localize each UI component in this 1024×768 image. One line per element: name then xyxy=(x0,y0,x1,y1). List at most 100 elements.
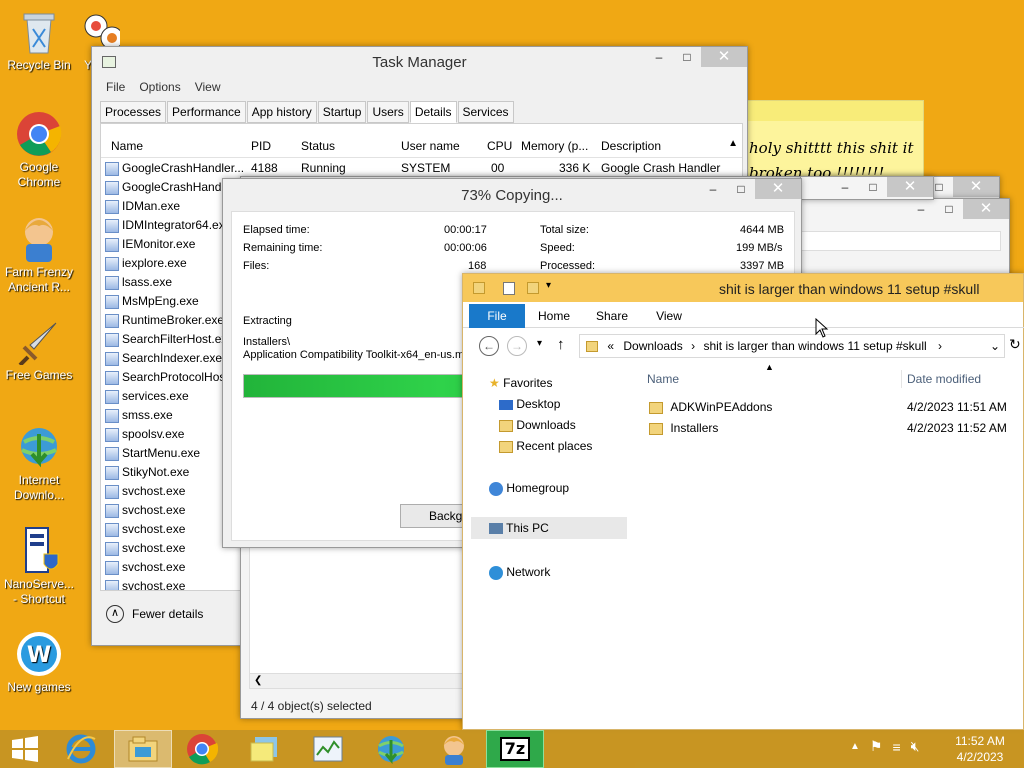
table-row[interactable]: svchost.exe xyxy=(105,482,185,501)
scroll-up-icon[interactable]: ▲ xyxy=(728,138,738,149)
breadcrumb-downloads[interactable]: Downloads xyxy=(623,339,682,353)
tab-users[interactable]: Users xyxy=(367,101,409,123)
nav-downloads[interactable]: Downloads xyxy=(499,418,576,432)
recent-locations-icon[interactable]: ▾ xyxy=(537,338,542,349)
table-row[interactable]: smss.exe xyxy=(105,406,173,425)
table-row[interactable]: SearchFilterHost.ex xyxy=(105,330,227,349)
up-icon[interactable]: ↑ xyxy=(557,336,565,353)
fewer-details-button[interactable]: ∧ Fewer details xyxy=(106,605,203,623)
nav-this-pc[interactable]: This PC xyxy=(471,517,627,539)
table-row[interactable]: svchost.exe xyxy=(105,520,185,539)
address-bar[interactable]: « Downloads › shit is larger than window… xyxy=(579,334,1005,358)
table-row[interactable]: svchost.exe xyxy=(105,577,185,590)
table-row[interactable]: services.exe xyxy=(105,387,189,406)
maximize-button[interactable]: □ xyxy=(673,47,701,67)
desktop-icon-recycle-bin[interactable]: Recycle Bin xyxy=(1,8,77,73)
menu-options[interactable]: Options xyxy=(139,80,180,94)
breadcrumb-current[interactable]: shit is larger than windows 11 setup #sk… xyxy=(703,339,926,353)
nav-homegroup[interactable]: Homegroup xyxy=(489,481,569,496)
column-cpu[interactable]: CPU xyxy=(487,139,512,153)
taskbar-7zip[interactable]: 7z xyxy=(486,730,544,768)
maximize-button[interactable]: □ xyxy=(859,177,887,197)
column-description[interactable]: Description xyxy=(601,139,661,153)
scroll-left-icon[interactable]: ❮ xyxy=(254,675,262,686)
ribbon-tab-view[interactable]: View xyxy=(641,304,697,327)
menu-file[interactable]: File xyxy=(106,80,125,94)
taskbar-internet-explorer[interactable] xyxy=(52,730,110,768)
minimize-button[interactable]: – xyxy=(831,177,859,197)
nav-recent-places[interactable]: Recent places xyxy=(499,439,592,453)
properties-icon[interactable] xyxy=(503,282,515,295)
nav-desktop[interactable]: Desktop xyxy=(499,397,560,411)
nav-favorites[interactable]: ★ Favorites xyxy=(489,376,552,390)
table-row[interactable]: spoolsv.exe xyxy=(105,425,184,444)
desktop-icon-farm-frenzy[interactable]: Farm Frenzy Ancient R... xyxy=(1,215,77,295)
maximize-button[interactable]: □ xyxy=(727,179,755,199)
quick-access-dropdown-icon[interactable]: ▾ xyxy=(546,280,551,291)
back-icon[interactable]: ← xyxy=(479,336,499,356)
tab-details[interactable]: Details xyxy=(409,101,457,123)
tab-processes[interactable]: Processes xyxy=(100,101,167,123)
refresh-icon[interactable]: ↻ xyxy=(1009,336,1021,353)
column-date-modified[interactable]: Date modified xyxy=(907,372,981,386)
close-button[interactable]: ✕ xyxy=(755,179,801,199)
table-row[interactable]: IDMan.exe xyxy=(105,197,180,216)
volume-muted-icon[interactable]: 🔇︎ xyxy=(911,738,920,755)
breadcrumb-overflow[interactable]: « xyxy=(607,339,614,353)
tab-performance[interactable]: Performance xyxy=(167,101,246,123)
column-status[interactable]: Status xyxy=(301,139,335,153)
close-button[interactable]: ✕ xyxy=(963,199,1009,219)
close-button[interactable]: ✕ xyxy=(953,177,999,197)
desktop-icon-chrome[interactable]: Google Chrome xyxy=(1,110,77,190)
table-row[interactable]: lsass.exe xyxy=(105,273,172,292)
column-name[interactable]: Name xyxy=(647,372,679,386)
list-item[interactable]: Installers 4/2/2023 11:52 AM xyxy=(649,421,1019,441)
network-tray-icon[interactable]: ≡ xyxy=(892,739,900,755)
taskbar-sticky-notes[interactable] xyxy=(236,730,294,768)
taskbar-task-manager[interactable] xyxy=(299,730,357,768)
table-row[interactable]: SearchIndexer.exe xyxy=(105,349,222,368)
tab-app-history[interactable]: App history xyxy=(246,101,317,123)
column-user[interactable]: User name xyxy=(401,139,460,153)
desktop-icon-idm[interactable]: Internet Downlo... xyxy=(1,423,77,503)
taskbar-idm[interactable] xyxy=(362,730,420,768)
list-item[interactable]: ADKWinPEAddons 4/2/2023 11:51 AM xyxy=(649,400,1019,420)
ribbon-tab-share[interactable]: Share xyxy=(583,304,641,327)
taskbar-farm-frenzy[interactable] xyxy=(425,730,483,768)
column-pid[interactable]: PID xyxy=(251,139,271,153)
menu-view[interactable]: View xyxy=(195,80,221,94)
minimize-button[interactable]: – xyxy=(645,47,673,67)
tab-startup[interactable]: Startup xyxy=(317,101,367,123)
forward-icon[interactable]: → xyxy=(507,336,527,356)
horizontal-scrollbar[interactable]: ❮ xyxy=(249,673,464,689)
new-folder-icon[interactable] xyxy=(527,282,539,294)
background-window-3[interactable]: – □ ✕ xyxy=(800,176,934,200)
desktop-icon-free-games[interactable]: Free Games xyxy=(1,318,77,383)
table-row[interactable]: IDMIntegrator64.ex xyxy=(105,216,225,235)
table-row[interactable]: svchost.exe xyxy=(105,539,185,558)
ribbon-tab-home[interactable]: Home xyxy=(525,304,583,327)
close-button[interactable]: ✕ xyxy=(701,47,747,67)
table-row[interactable]: SearchProtocolHos xyxy=(105,368,225,387)
table-row[interactable]: StikyNot.exe xyxy=(105,463,189,482)
table-row[interactable]: GoogleCrashHandl xyxy=(105,178,224,197)
table-row[interactable]: StartMenu.exe xyxy=(105,444,200,463)
column-memory[interactable]: Memory (p... xyxy=(521,139,588,153)
desktop-icon-new-games[interactable]: W New games xyxy=(1,630,77,695)
table-row[interactable]: svchost.exe xyxy=(105,558,185,577)
start-button[interactable] xyxy=(0,730,50,768)
file-explorer-window[interactable]: ▾ shit is larger than windows 11 setup #… xyxy=(462,273,1024,730)
maximize-button[interactable]: □ xyxy=(935,199,963,219)
tab-services[interactable]: Services xyxy=(457,101,514,123)
minimize-button[interactable]: – xyxy=(907,199,935,219)
taskbar-file-explorer[interactable] xyxy=(114,730,172,768)
column-name[interactable]: Name xyxy=(111,139,143,153)
clock[interactable]: 11:52 AM 4/2/2023 xyxy=(948,733,1012,765)
address-dropdown-icon[interactable]: ⌄ xyxy=(990,335,1000,357)
action-center-flag-icon[interactable]: ⚑ xyxy=(870,738,883,755)
table-row[interactable]: iexplore.exe xyxy=(105,254,187,273)
taskbar-chrome[interactable] xyxy=(173,730,231,768)
table-row[interactable]: svchost.exe xyxy=(105,501,185,520)
nav-network[interactable]: Network xyxy=(489,565,550,580)
table-row[interactable]: IEMonitor.exe xyxy=(105,235,195,254)
